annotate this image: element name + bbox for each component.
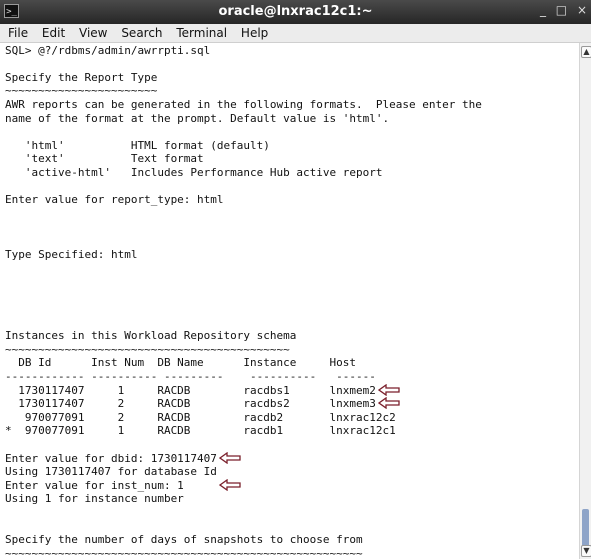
terminal-line: 'active-html' Includes Performance Hub a… [5, 166, 383, 179]
terminal-line: ~~~~~~~~~~~~~~~~~~~~~~~~~~~~~~~~~~~~~~~~… [5, 547, 363, 559]
vertical-scrollbar[interactable]: ▲ ▼ [579, 43, 591, 559]
terminal-output[interactable]: SQL> @?/rdbms/admin/awrrpti.sql Specify … [0, 43, 579, 559]
left-arrow-icon [219, 452, 241, 464]
menu-edit[interactable]: Edit [42, 24, 65, 42]
terminal-line: ~~~~~~~~~~~~~~~~~~~~~~~ [5, 84, 158, 97]
window-title: oracle@lnxrac12c1:~ [218, 4, 373, 19]
left-arrow-icon [378, 384, 400, 396]
left-arrow-icon [219, 479, 241, 491]
scroll-up-icon[interactable]: ▲ [581, 46, 591, 58]
terminal-line: ~~~~~~~~~~~~~~~~~~~~~~~~~~~~~~~~~~~~~~~~… [5, 343, 290, 356]
menu-bar: File Edit View Search Terminal Help [0, 24, 591, 43]
minimize-icon[interactable]: _ [540, 3, 546, 17]
terminal-line: Type Specified: html [5, 248, 138, 261]
terminal-line: Specify the Report Type [5, 71, 158, 84]
terminal-line: Enter value for dbid: 1730117407 [5, 452, 217, 465]
scrollbar-thumb[interactable] [582, 509, 589, 547]
menu-search[interactable]: Search [121, 24, 162, 42]
terminal-line: name of the format at the prompt. Defaul… [5, 112, 390, 125]
window-titlebar: >_ oracle@lnxrac12c1:~ _ □ × [0, 0, 591, 24]
menu-help[interactable]: Help [241, 24, 268, 42]
terminal-line: Using 1 for instance number [5, 492, 184, 505]
terminal-line: DB Id Inst Num DB Name Instance Host [5, 356, 356, 369]
terminal-line: Instances in this Workload Repository sc… [5, 329, 297, 342]
terminal-line: SQL> @?/rdbms/admin/awrrpti.sql [5, 44, 211, 57]
terminal-line: Using 1730117407 for database Id [5, 465, 217, 478]
terminal-line: AWR reports can be generated in the foll… [5, 98, 482, 111]
close-icon[interactable]: × [577, 3, 587, 17]
terminal-line: Enter value for inst_num: 1 [5, 479, 184, 492]
window-controls: _ □ × [534, 3, 587, 17]
terminal-line: 970077091 2 RACDB racdb2 lnxrac12c2 [5, 411, 396, 424]
terminal-line: 'html' HTML format (default) [5, 139, 270, 152]
left-arrow-icon [378, 397, 400, 409]
menu-terminal[interactable]: Terminal [176, 24, 227, 42]
terminal-line: Specify the number of days of snapshots … [5, 533, 363, 546]
menu-view[interactable]: View [79, 24, 107, 42]
maximize-icon[interactable]: □ [556, 3, 567, 17]
terminal-line: ------------ ---------- --------- ------… [5, 370, 376, 383]
terminal-line: 1730117407 2 RACDB racdbs2 lnxmem3 [5, 397, 376, 410]
terminal-line: Enter value for report_type: html [5, 193, 224, 206]
terminal-line: 1730117407 1 RACDB racdbs1 lnxmem2 [5, 384, 376, 397]
terminal-line: * 970077091 1 RACDB racdb1 lnxrac12c1 [5, 424, 396, 437]
terminal-line: 'text' Text format [5, 152, 204, 165]
scroll-down-icon[interactable]: ▼ [581, 545, 591, 557]
menu-file[interactable]: File [8, 24, 28, 42]
